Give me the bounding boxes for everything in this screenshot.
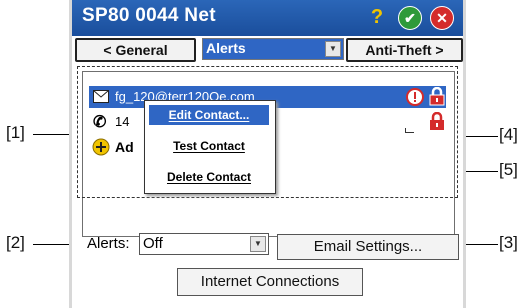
menu-item-edit-contact[interactable]: Edit Contact...: [149, 105, 269, 125]
window-title: SP80 0044 Net: [82, 5, 216, 26]
prev-tab-button[interactable]: < General: [75, 38, 196, 62]
phone-icon: ✆: [93, 114, 107, 131]
alerts-select-value: Off: [143, 235, 163, 252]
alert-icon-placeholder: [405, 128, 414, 133]
title-bar: SP80 0044 Net ? ✔ ✕: [72, 0, 463, 36]
chevron-down-icon[interactable]: ▼: [325, 41, 341, 57]
callout-5: [5]: [499, 160, 518, 179]
lock-icon: [429, 87, 445, 106]
add-contact-label: Ad: [115, 139, 134, 155]
alerts-select[interactable]: Off ▼: [139, 233, 269, 255]
context-menu: Edit Contact... Test Contact Delete Cont…: [144, 100, 276, 194]
menu-item-delete-contact[interactable]: Delete Contact: [149, 167, 269, 187]
menu-item-test-contact[interactable]: Test Contact: [149, 136, 269, 156]
internet-connections-button[interactable]: Internet Connections: [177, 268, 363, 296]
tab-row: < General Alerts ▼ Anti-Theft >: [75, 38, 463, 62]
device-screen: SP80 0044 Net ? ✔ ✕ < General Alerts ▼ A…: [69, 0, 466, 308]
tab-select[interactable]: Alerts ▼: [202, 38, 344, 60]
contact-phone-label: 14: [115, 114, 130, 129]
callout-1-line: [33, 134, 73, 135]
tab-select-value: Alerts: [206, 40, 246, 56]
email-settings-button[interactable]: Email Settings...: [277, 234, 459, 260]
close-icon[interactable]: ✕: [430, 6, 454, 30]
ok-icon[interactable]: ✔: [398, 6, 422, 30]
next-tab-button[interactable]: Anti-Theft >: [346, 38, 463, 62]
help-icon[interactable]: ?: [366, 6, 388, 28]
callout-2: [2]: [6, 233, 25, 252]
add-icon: [92, 138, 110, 156]
lock-icon-phone: [429, 112, 445, 131]
callout-3: [3]: [499, 233, 518, 252]
chevron-down-icon[interactable]: ▼: [250, 236, 266, 252]
callout-2-line: [33, 244, 73, 245]
callout-4: [4]: [499, 125, 518, 144]
alert-icon: [406, 88, 424, 106]
alerts-label: Alerts:: [87, 235, 130, 252]
envelope-icon: [93, 90, 109, 103]
callout-1: [1]: [6, 123, 25, 142]
